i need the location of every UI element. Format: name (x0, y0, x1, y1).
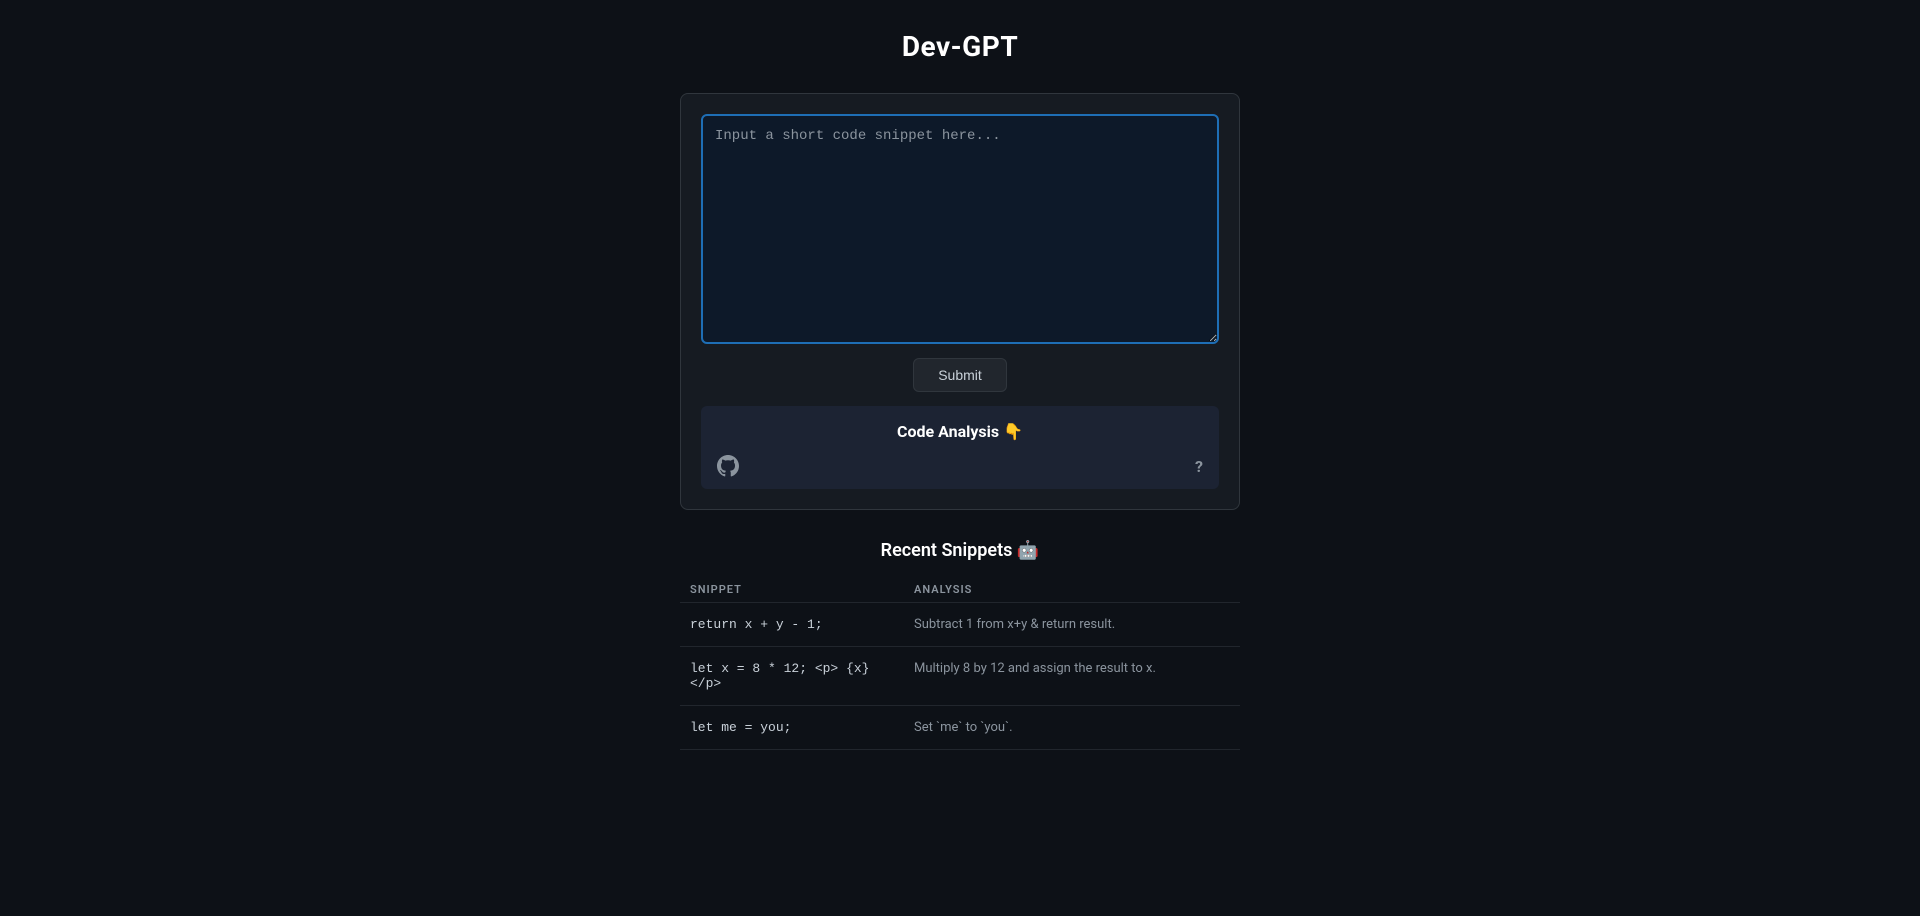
table-row: return x + y - 1;Subtract 1 from x+y & r… (680, 603, 1240, 647)
snippets-table: SNIPPET ANALYSIS return x + y - 1;Subtra… (680, 577, 1240, 750)
table-row: let me = you;Set `me` to `you`. (680, 706, 1240, 750)
snippet-cell: return x + y - 1; (680, 603, 904, 647)
help-icon[interactable]: ? (1195, 457, 1203, 476)
analysis-panel: Code Analysis 👇 ? (701, 406, 1219, 489)
recent-snippets-section: Recent Snippets 🤖 SNIPPET ANALYSIS retur… (680, 540, 1240, 750)
recent-snippets-emoji: 🤖 (1017, 540, 1039, 561)
recent-snippets-title: Recent Snippets 🤖 (881, 540, 1040, 561)
snippet-cell: let me = you; (680, 706, 904, 750)
col-header-snippet: SNIPPET (680, 577, 904, 603)
code-input[interactable] (701, 114, 1219, 344)
analysis-cell: Set `me` to `you`. (904, 706, 1240, 750)
analysis-emoji: 👇 (1003, 422, 1023, 441)
main-card: Submit Code Analysis 👇 ? (680, 93, 1240, 510)
page-title: Dev-GPT (902, 30, 1018, 63)
submit-button[interactable]: Submit (913, 358, 1007, 392)
github-icon[interactable] (717, 455, 739, 477)
analysis-title: Code Analysis 👇 (717, 422, 1203, 441)
col-header-analysis: ANALYSIS (904, 577, 1240, 603)
table-row: let x = 8 * 12; <p> {x} </p>Multiply 8 b… (680, 647, 1240, 706)
snippet-cell: let x = 8 * 12; <p> {x} </p> (680, 647, 904, 706)
analysis-cell: Multiply 8 by 12 and assign the result t… (904, 647, 1240, 706)
analysis-cell: Subtract 1 from x+y & return result. (904, 603, 1240, 647)
analysis-footer: ? (717, 455, 1203, 477)
